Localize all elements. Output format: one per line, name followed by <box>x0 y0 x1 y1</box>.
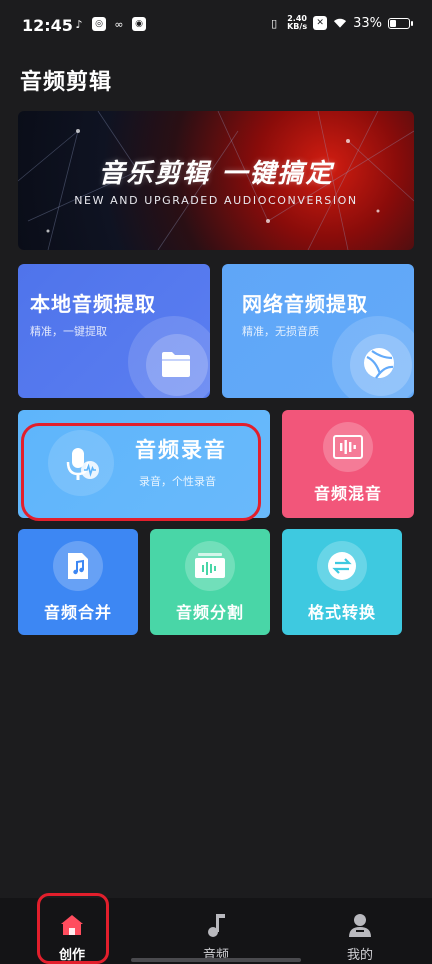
no-sim-icon: ✕ <box>313 16 328 30</box>
app-notification-icon: ◎ <box>92 17 106 31</box>
record-highlight-box <box>21 423 261 521</box>
status-right: ▯ 2.40 KB/s ✕ 33% <box>267 15 413 31</box>
swap-arrows-icon <box>328 552 356 580</box>
audio-merge-icon-bg <box>53 541 103 591</box>
music-file-icon <box>68 553 88 579</box>
net-speed-unit: KB/s <box>287 22 308 31</box>
audio-merge-label: 音频合并 <box>43 603 112 622</box>
nav-mine-label: 我的 <box>346 948 373 963</box>
link-icon: ∞ <box>114 17 124 31</box>
audio-mix-label: 音频混音 <box>313 484 382 503</box>
wechat-icon: ◉ <box>132 17 146 31</box>
nav-highlight-box <box>37 893 109 964</box>
network-audio-extract-subtitle: 精准，无损音质 <box>242 325 319 338</box>
format-convert-icon-bg <box>317 541 367 591</box>
format-convert-card[interactable]: 格式转换 <box>282 529 402 635</box>
local-audio-extract-title: 本地音频提取 <box>30 292 156 316</box>
split-wave-icon <box>195 553 225 578</box>
promo-banner[interactable]: 音乐剪辑 一键搞定 NEW AND UPGRADED AUDIOCONVERSI… <box>18 111 414 250</box>
local-audio-extract-card[interactable]: 本地音频提取 精准，一键提取 <box>18 264 210 398</box>
waveform-icon <box>333 435 363 459</box>
status-bar: 12:45 ♪ ◎ ∞ ◉ ▯ 2.40 KB/s ✕ 33% <box>0 0 432 50</box>
nav-item-mine[interactable]: 我的 <box>320 904 400 963</box>
format-convert-label: 格式转换 <box>307 603 376 622</box>
music-note-icon <box>208 914 225 937</box>
network-audio-extract-card[interactable]: 网络音频提取 精准，无损音质 <box>222 264 414 398</box>
net-speed: 2.40 KB/s <box>287 15 307 31</box>
page-title: 音频剪辑 <box>20 70 113 95</box>
battery-percent: 33% <box>353 15 382 31</box>
folder-icon <box>162 352 190 377</box>
banner-subtitle: NEW AND UPGRADED AUDIOCONVERSION <box>74 194 358 207</box>
local-audio-extract-subtitle: 精准，一键提取 <box>30 325 107 338</box>
network-audio-extract-title: 网络音频提取 <box>242 292 368 316</box>
audio-split-label: 音频分割 <box>175 603 244 622</box>
audio-mix-card[interactable]: 音频混音 <box>282 410 414 518</box>
status-time: 12:45 <box>22 16 73 35</box>
tiktok-icon: ♪ <box>75 17 83 31</box>
audio-split-icon-bg <box>185 541 235 591</box>
banner-title: 音乐剪辑 一键搞定 <box>98 159 334 189</box>
person-icon <box>349 914 371 937</box>
globe-icon <box>364 348 394 379</box>
battery-icon <box>388 17 413 29</box>
audio-split-card[interactable]: 音频分割 <box>150 529 270 635</box>
notification-icons: ♪ ◎ ∞ ◉ <box>72 17 146 31</box>
audio-mix-icon-bg <box>323 422 373 472</box>
vibrate-icon: ▯ <box>271 16 278 30</box>
battery-fill <box>390 19 396 27</box>
audio-merge-card[interactable]: 音频合并 <box>18 529 138 635</box>
nav-item-audio[interactable]: 音频 <box>176 904 256 963</box>
wifi-icon <box>333 16 347 30</box>
home-indicator[interactable] <box>131 958 301 962</box>
